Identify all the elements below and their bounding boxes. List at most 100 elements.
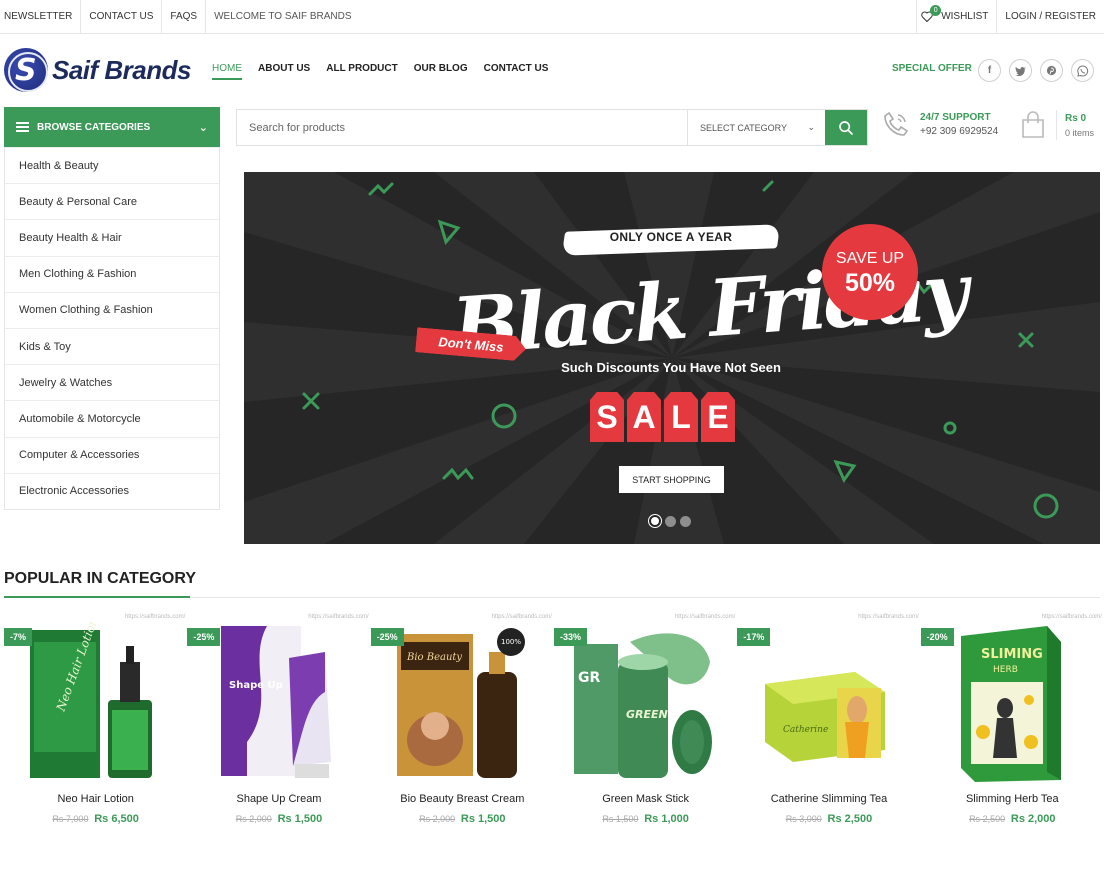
svg-text:100%: 100% bbox=[501, 638, 521, 646]
main-nav: HOME ABOUT US ALL PRODUCT OUR BLOG CONTA… bbox=[212, 63, 548, 80]
watermark: https://saifbrands.com/ bbox=[491, 614, 552, 620]
new-price: Rs 1,500 bbox=[460, 813, 506, 825]
sale-tag: A bbox=[627, 392, 661, 442]
new-price: Rs 6,500 bbox=[94, 813, 139, 825]
watermark: https://saifbrands.com/ bbox=[308, 614, 369, 620]
sale-tags: S A L E bbox=[590, 392, 735, 442]
logo-mark-icon: S bbox=[4, 48, 48, 92]
sale-tag: L bbox=[664, 392, 698, 442]
sale-tag: E bbox=[701, 392, 735, 442]
search-button[interactable] bbox=[825, 110, 867, 145]
svg-text:GR: GR bbox=[578, 670, 600, 686]
shopping-bag-icon bbox=[1022, 111, 1044, 138]
product-image: Catherine bbox=[765, 672, 886, 762]
nav-our-blog[interactable]: OUR BLOG bbox=[414, 63, 468, 80]
category-item-men-clothing[interactable]: Men Clothing & Fashion bbox=[5, 255, 219, 292]
section-title: POPULAR IN CATEGORY bbox=[4, 570, 197, 587]
category-item-beauty-health-hair[interactable]: Beauty Health & Hair bbox=[5, 219, 219, 255]
banner-once-a-year: ONLY ONCE A YEAR bbox=[609, 230, 733, 244]
wishlist-link[interactable]: 0 WISHLIST bbox=[916, 0, 996, 34]
category-item-automobile[interactable]: Automobile & Motorcycle bbox=[5, 400, 219, 436]
product-name[interactable]: Catherine Slimming Tea bbox=[737, 793, 920, 805]
product-price: Rs 2,000 Rs 1,500 bbox=[187, 813, 370, 825]
nav-all-product[interactable]: ALL PRODUCT bbox=[326, 63, 397, 80]
category-item-health-beauty[interactable]: Health & Beauty bbox=[5, 147, 219, 183]
product-card[interactable]: https://saifbrands.com/ -33% GR GREEN Gr… bbox=[553, 614, 737, 834]
save-badge-line2: 50% bbox=[844, 269, 896, 297]
category-item-jewelry-watches[interactable]: Jewelry & Watches bbox=[5, 364, 219, 400]
login-register-link[interactable]: LOGIN / REGISTER bbox=[996, 0, 1104, 34]
discount-badge: -17% bbox=[737, 628, 771, 646]
search-input[interactable] bbox=[237, 110, 687, 145]
faqs-link[interactable]: FAQS bbox=[162, 0, 207, 34]
product-name[interactable]: Green Mask Stick bbox=[554, 793, 737, 805]
old-price: Rs 2,000 bbox=[419, 814, 456, 824]
product-name[interactable]: Bio Beauty Breast Cream bbox=[371, 793, 554, 805]
slider-dot[interactable] bbox=[680, 515, 691, 527]
product-card[interactable]: https://saifbrands.com/ -25% Bio Beauty … bbox=[370, 614, 554, 834]
support-phone: +92 309 6929524 bbox=[920, 125, 999, 137]
svg-text:SLIMING: SLIMING bbox=[981, 647, 1043, 662]
facebook-icon[interactable]: f bbox=[978, 59, 1001, 82]
cart-button[interactable]: Rs 0 0 items bbox=[1020, 110, 1094, 140]
old-price: Rs 7,000 bbox=[52, 814, 89, 824]
twitter-icon[interactable] bbox=[1009, 59, 1032, 82]
search-icon bbox=[839, 120, 853, 135]
browse-categories-toggle[interactable]: BROWSE CATEGORIES ⌄ bbox=[4, 107, 220, 147]
discount-badge: -25% bbox=[187, 628, 221, 646]
support-title: 24/7 SUPPORT bbox=[920, 111, 991, 123]
nav-home[interactable]: HOME bbox=[212, 63, 242, 80]
category-item-beauty-personal-care[interactable]: Beauty & Personal Care bbox=[5, 183, 219, 219]
whatsapp-icon[interactable] bbox=[1071, 59, 1094, 82]
category-item-kids-toy[interactable]: Kids & Toy bbox=[5, 327, 219, 364]
product-card[interactable]: https://saifbrands.com/ -17% Catherine C… bbox=[737, 614, 920, 834]
save-badge: SAVE UP 50% bbox=[822, 224, 918, 320]
nav-about-us[interactable]: ABOUT US bbox=[258, 63, 310, 80]
hero-banner[interactable]: ONLY ONCE A YEAR Black Friday SAVE UP 50… bbox=[244, 172, 1100, 544]
slider-dots bbox=[649, 515, 691, 527]
topbar-right: 0 WISHLIST LOGIN / REGISTER bbox=[916, 0, 1104, 34]
svg-text:GREEN: GREEN bbox=[626, 708, 668, 721]
product-card[interactable]: https://saifbrands.com/ -7% Neo Hair Lot… bbox=[4, 614, 187, 834]
category-item-women-clothing[interactable]: Women Clothing & Fashion bbox=[5, 291, 219, 328]
start-shopping-button[interactable]: START SHOPPING bbox=[619, 466, 724, 493]
special-offer-link[interactable]: SPECIAL OFFER bbox=[892, 63, 972, 74]
product-image: Neo Hair Lotion bbox=[30, 622, 152, 778]
contact-us-link[interactable]: CONTACT US bbox=[81, 0, 163, 34]
newsletter-link[interactable]: NEWSLETTER bbox=[0, 0, 82, 34]
product-image: SLIMING HERB bbox=[960, 626, 1061, 782]
section-divider bbox=[4, 596, 1100, 598]
product-name[interactable]: Slimming Herb Tea bbox=[921, 793, 1104, 805]
product-image: Bio Beauty 100% bbox=[396, 628, 525, 778]
watermark: https://saifbrands.com/ bbox=[858, 614, 919, 620]
new-price: Rs 1,500 bbox=[277, 813, 323, 825]
slider-dot[interactable] bbox=[649, 515, 661, 527]
phone-icon bbox=[884, 111, 909, 136]
cart-items: 0 items bbox=[1065, 127, 1095, 138]
category-item-electronic[interactable]: Electronic Accessories bbox=[5, 472, 219, 509]
product-grid: https://saifbrands.com/ -7% Neo Hair Lot… bbox=[4, 614, 1104, 834]
new-price: Rs 2,500 bbox=[827, 813, 873, 825]
category-select[interactable]: SELECT CATEGORY ⌄ bbox=[687, 110, 825, 145]
product-image: GR GREEN bbox=[573, 633, 712, 778]
discount-badge: -20% bbox=[920, 628, 954, 646]
product-price: Rs 3,000 Rs 2,500 bbox=[737, 813, 920, 825]
pinterest-icon[interactable] bbox=[1040, 59, 1063, 82]
watermark: https://saifbrands.com/ bbox=[674, 614, 736, 620]
slider-dot[interactable] bbox=[665, 515, 676, 527]
discount-badge: -33% bbox=[553, 628, 587, 646]
watermark: https://saifbrands.com/ bbox=[1041, 614, 1102, 620]
product-name[interactable]: Neo Hair Lotion bbox=[4, 793, 187, 805]
discount-badge: -7% bbox=[4, 628, 33, 646]
site-logo[interactable]: S Saif Brands bbox=[4, 48, 192, 92]
old-price: Rs 1,500 bbox=[602, 814, 639, 824]
product-card[interactable]: https://saifbrands.com/ -25% Shape Up Sh… bbox=[187, 614, 370, 834]
header: S Saif Brands HOME ABOUT US ALL PRODUCT … bbox=[0, 35, 1104, 105]
product-name[interactable]: Shape Up Cream bbox=[187, 793, 370, 805]
category-select-label: SELECT CATEGORY bbox=[700, 122, 788, 133]
product-card[interactable]: https://saifbrands.com/ -20% SLIMING HER… bbox=[920, 614, 1104, 834]
svg-text:HERB: HERB bbox=[993, 665, 1018, 675]
category-item-computer[interactable]: Computer & Accessories bbox=[5, 436, 219, 473]
search-bar: SELECT CATEGORY ⌄ bbox=[236, 109, 868, 146]
nav-contact-us[interactable]: CONTACT US bbox=[484, 63, 549, 80]
